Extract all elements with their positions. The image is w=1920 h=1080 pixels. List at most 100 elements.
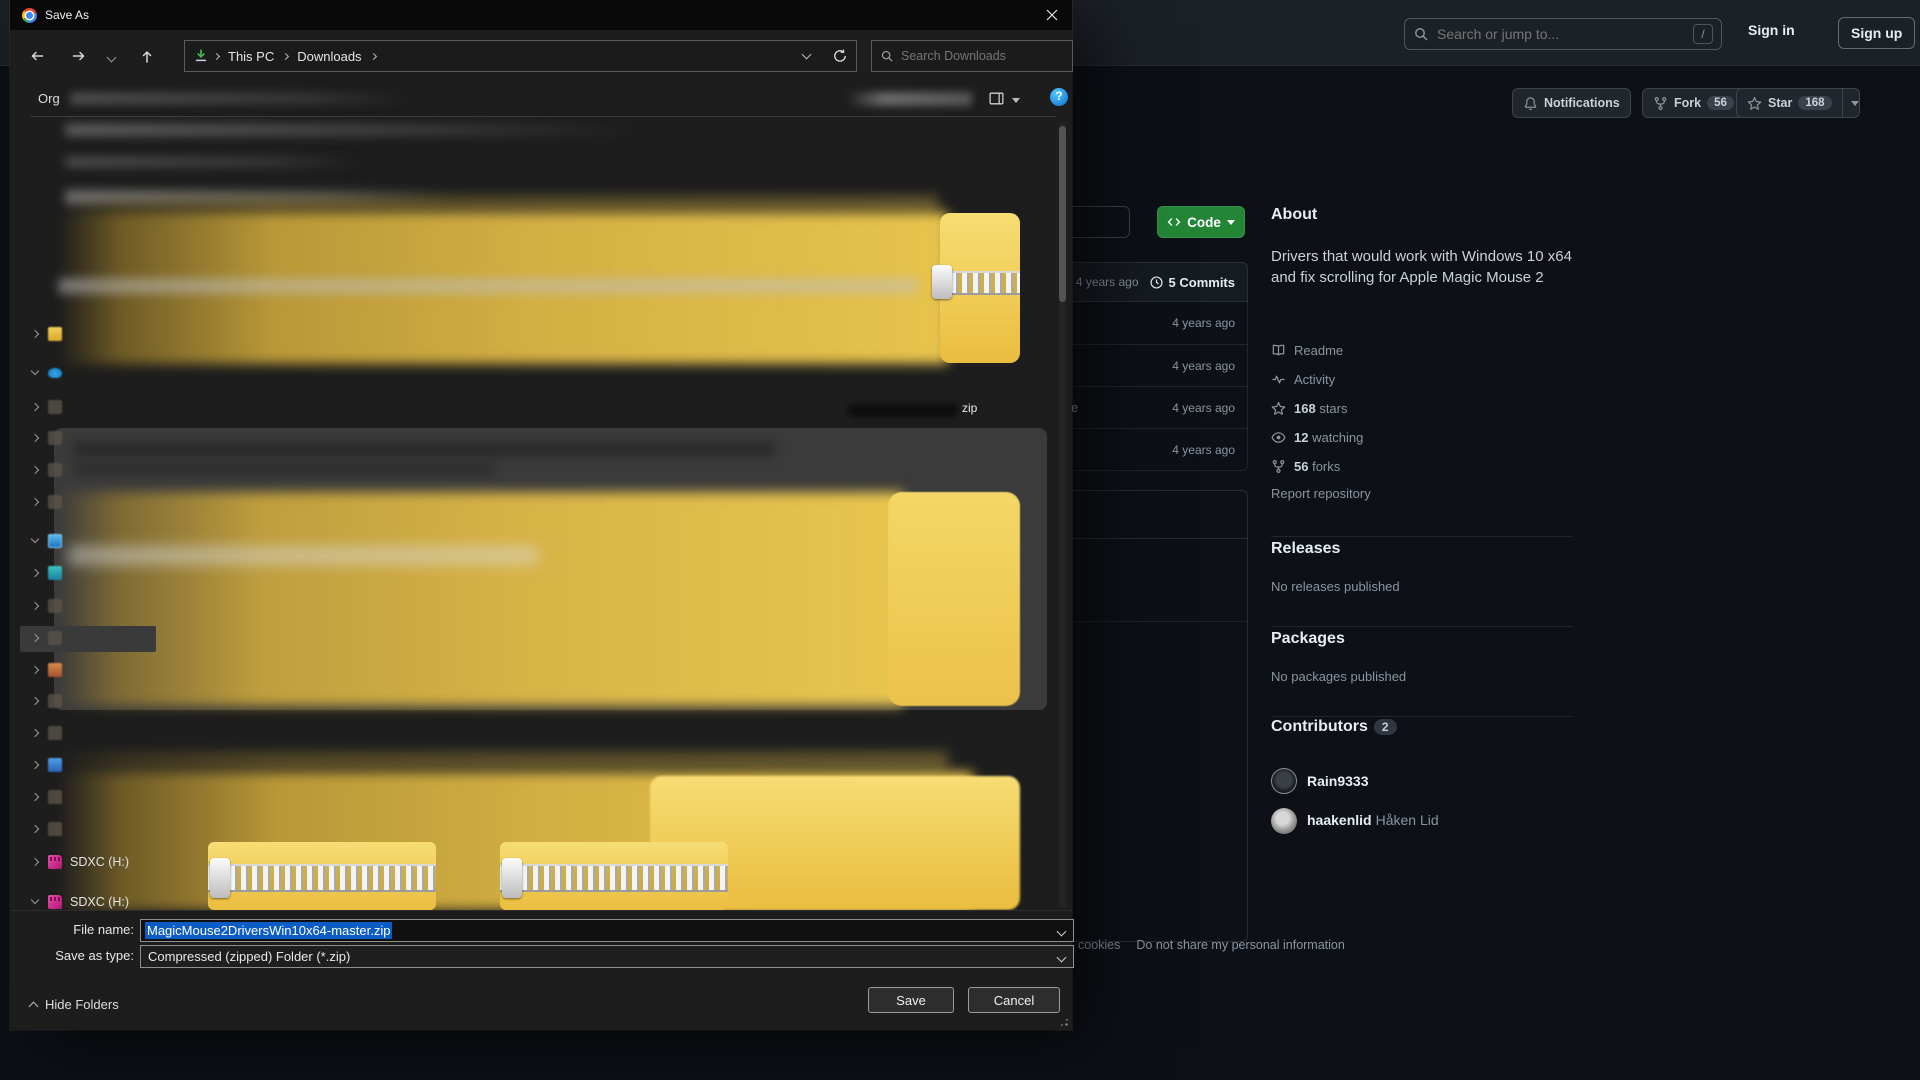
code-icon: [1167, 215, 1181, 229]
dialog-title-bar[interactable]: Save As: [10, 0, 1072, 30]
tree-item[interactable]: [20, 658, 160, 684]
blurred-toolbar-text: [70, 92, 410, 105]
help-icon[interactable]: [1050, 88, 1068, 106]
tree-item[interactable]: [20, 721, 160, 747]
file-name-input[interactable]: MagicMouse2DriversWin10x64-master.zip: [140, 919, 1074, 942]
tree-item[interactable]: [20, 817, 160, 843]
contributors-count-badge: 2: [1374, 719, 1397, 735]
forward-button[interactable]: [70, 48, 88, 64]
activity-link[interactable]: Activity: [1271, 365, 1573, 394]
packages-title[interactable]: Packages: [1271, 630, 1345, 648]
breadcrumb-this-pc[interactable]: This PC: [224, 49, 278, 64]
breadcrumb-downloads[interactable]: Downloads: [293, 49, 365, 64]
address-bar[interactable]: This PC Downloads: [184, 40, 857, 72]
cookies-link-fragment[interactable]: cookies: [1078, 938, 1120, 952]
close-button[interactable]: [1032, 0, 1072, 30]
commits-count[interactable]: 5 Commits: [1149, 275, 1235, 290]
star-dropdown[interactable]: [1842, 89, 1859, 117]
table-row[interactable]: 4 years ago: [1059, 302, 1247, 344]
blurred-toolbar-text: [846, 92, 972, 106]
go-to-file-button-fragment[interactable]: [1066, 206, 1130, 238]
dialog-footer: File name: MagicMouse2DriversWin10x64-ma…: [10, 910, 1072, 1030]
pulse-icon: [1271, 372, 1286, 387]
dialog-search-input[interactable]: [901, 49, 1064, 63]
list-item[interactable]: Rain9333: [1271, 768, 1368, 794]
dialog-search-box[interactable]: [871, 40, 1073, 72]
chevron-down-icon: [1227, 220, 1235, 225]
tree-item-selected[interactable]: [20, 626, 156, 652]
last-commit-bar[interactable]: 4 years ago 5 Commits: [1058, 262, 1248, 302]
tree-item[interactable]: [20, 561, 160, 587]
table-row[interactable]: 4 years ago: [1059, 428, 1247, 470]
privacy-link[interactable]: Do not share my personal information: [1136, 938, 1344, 952]
report-repository-link[interactable]: Report repository: [1271, 486, 1371, 501]
github-search-input[interactable]: [1437, 26, 1693, 42]
address-dropdown-chevron[interactable]: [802, 50, 812, 60]
tree-item[interactable]: [20, 458, 160, 484]
watching-link[interactable]: 12 watching: [1271, 423, 1573, 452]
chevron-down-icon: [1851, 101, 1859, 106]
dialog-toolbar: Org: [10, 84, 1072, 116]
zip-folder-icon[interactable]: [208, 842, 436, 910]
star-button[interactable]: Star 168: [1736, 88, 1860, 118]
book-icon: [1271, 343, 1286, 358]
view-options-chevron[interactable]: [1012, 98, 1020, 103]
readme-panel-fragment: [1066, 490, 1248, 942]
code-button[interactable]: Code: [1157, 206, 1245, 238]
tree-item-onedrive[interactable]: [20, 361, 160, 387]
save-button[interactable]: Save: [868, 987, 954, 1013]
list-item[interactable]: haakenlidHåken Lid: [1271, 808, 1439, 834]
blurred-file-item: [58, 196, 938, 212]
releases-title[interactable]: Releases: [1271, 540, 1340, 558]
tree-item[interactable]: [20, 490, 160, 516]
notifications-button[interactable]: Notifications: [1512, 88, 1631, 118]
file-name-dropdown-chevron[interactable]: [1057, 927, 1067, 937]
tree-item[interactable]: [20, 785, 160, 811]
save-as-dialog: Save As This PC Downloads Org: [10, 0, 1072, 1030]
avatar: [1271, 808, 1297, 834]
tree-item[interactable]: [20, 594, 160, 620]
zip-folder-icon[interactable]: [500, 842, 728, 910]
eye-icon: [1271, 430, 1286, 445]
refresh-icon[interactable]: [832, 48, 848, 64]
zip-folder-icon[interactable]: [940, 213, 1020, 363]
stars-link[interactable]: 168 stars: [1271, 394, 1573, 423]
packages-empty: No packages published: [1271, 669, 1406, 684]
up-button[interactable]: [139, 48, 155, 65]
save-as-type-select[interactable]: Compressed (zipped) Folder (*.zip): [140, 945, 1074, 968]
sign-up-button[interactable]: Sign up: [1838, 17, 1915, 49]
tree-item-this-pc[interactable]: [20, 529, 160, 555]
scrollbar[interactable]: [1059, 122, 1066, 908]
history-icon: [1149, 275, 1164, 290]
hide-folders-button[interactable]: Hide Folders: [30, 997, 119, 1012]
fork-button[interactable]: Fork 56: [1642, 88, 1745, 118]
breadcrumb-separator: [370, 52, 377, 59]
file-name-value: MagicMouse2DriversWin10x64-master.zip: [145, 922, 392, 939]
fork-count-badge: 56: [1707, 96, 1734, 110]
sign-in-link[interactable]: Sign in: [1748, 22, 1795, 38]
readme-link[interactable]: Readme: [1271, 336, 1573, 365]
breadcrumb-separator: [213, 52, 220, 59]
tree-item[interactable]: [20, 426, 160, 452]
tree-item-sdxc[interactable]: SDXC (H:): [20, 850, 160, 876]
back-button[interactable]: [28, 48, 46, 64]
view-options-icon[interactable]: [988, 90, 1005, 107]
tree-item[interactable]: [20, 753, 160, 779]
tree-item[interactable]: [20, 322, 160, 348]
forks-link[interactable]: 56 forks: [1271, 452, 1573, 481]
table-row[interactable]: e4 years ago: [1059, 386, 1247, 428]
resize-grip[interactable]: [1059, 1017, 1069, 1027]
star-icon: [1747, 96, 1762, 111]
cancel-button[interactable]: Cancel: [968, 987, 1060, 1013]
table-row[interactable]: 4 years ago: [1059, 344, 1247, 386]
tree-item[interactable]: [20, 689, 160, 715]
recent-locations-dropdown[interactable]: [108, 54, 115, 61]
contributors-title[interactable]: Contributors: [1271, 718, 1368, 736]
blurred-list-text: [65, 124, 640, 136]
scrollbar-thumb[interactable]: [1059, 126, 1066, 302]
save-as-type-chevron: [1057, 953, 1067, 963]
github-search-box[interactable]: /: [1404, 18, 1722, 50]
organize-menu-fragment[interactable]: Org: [38, 91, 60, 106]
tree-item[interactable]: [20, 395, 160, 421]
chevron-up-icon: [29, 1001, 39, 1011]
